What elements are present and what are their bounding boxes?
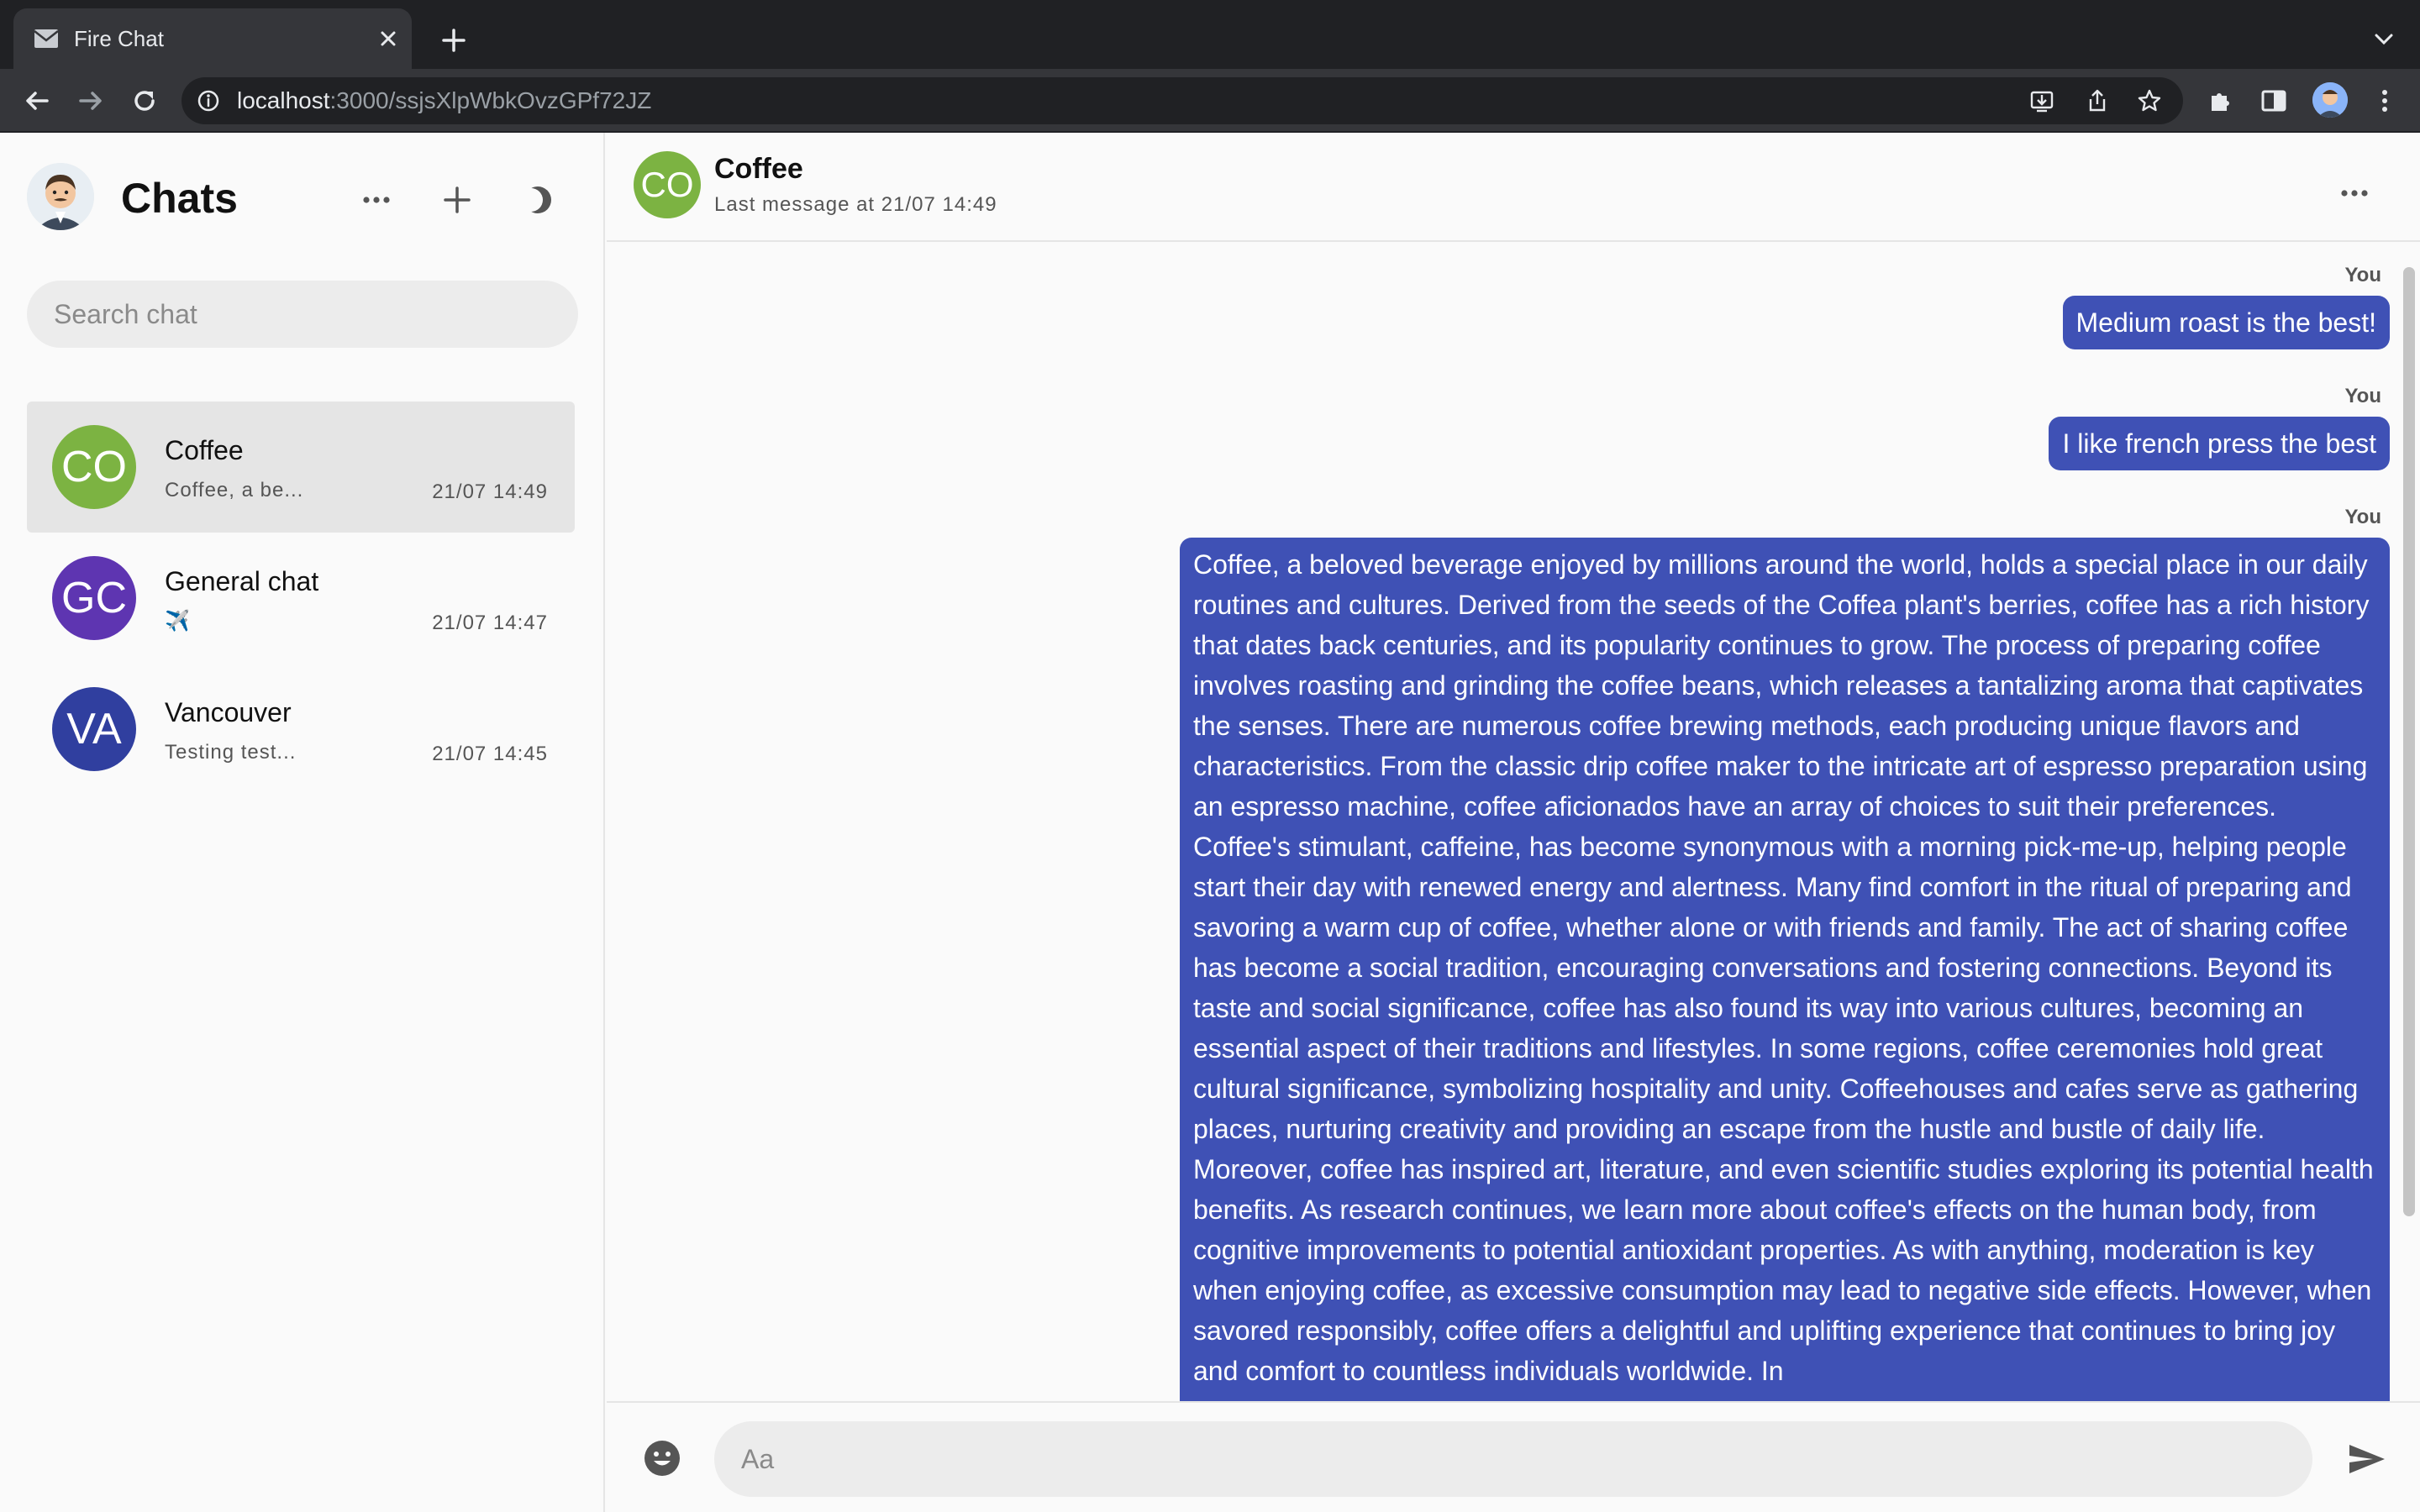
- url-host: localhost: [237, 87, 330, 113]
- chat-preview: Testing test...: [165, 741, 297, 764]
- browser-tab-bar: Fire Chat: [0, 0, 2420, 69]
- user-avatar-icon: [27, 163, 94, 230]
- message-item: You I like french press the best: [2049, 385, 2390, 470]
- chat-name: Vancouver: [165, 697, 292, 727]
- close-tab-icon[interactable]: [373, 24, 403, 54]
- new-tab-icon[interactable]: [439, 25, 469, 55]
- side-panel-icon[interactable]: [2257, 84, 2291, 118]
- chat-preview: Coffee, a be...: [165, 479, 304, 501]
- message-item: You Coffee, a beloved beverage enjoyed b…: [1180, 506, 2390, 1401]
- chat-timestamp: 21/07 14:49: [432, 480, 548, 503]
- message-sender: You: [2344, 264, 2381, 286]
- page-title: Chats: [121, 175, 238, 222]
- extensions-puzzle-icon[interactable]: [2203, 84, 2237, 118]
- chat-preview: ✈️: [165, 610, 191, 633]
- message-item: You Medium roast is the best!: [2062, 264, 2390, 349]
- forward-arrow-icon[interactable]: [74, 84, 108, 118]
- moon-icon[interactable]: [519, 181, 556, 218]
- message-input[interactable]: [714, 1421, 2312, 1497]
- new-chat-plus-icon[interactable]: [439, 181, 476, 218]
- send-icon[interactable]: [2346, 1438, 2388, 1480]
- kebab-menu-icon[interactable]: [2368, 84, 2402, 118]
- conversation-options-icon[interactable]: [2336, 175, 2373, 212]
- reload-icon[interactable]: [128, 84, 161, 118]
- tab-title: Fire Chat: [74, 26, 164, 51]
- info-icon[interactable]: [197, 89, 220, 113]
- browser-tab[interactable]: Fire Chat: [13, 8, 412, 69]
- message-bubble[interactable]: Medium roast is the best!: [2062, 296, 2390, 349]
- emoji-icon[interactable]: [642, 1438, 682, 1478]
- share-icon[interactable]: [2084, 87, 2111, 114]
- search-input[interactable]: [27, 281, 578, 348]
- chat-name: General chat: [165, 566, 319, 596]
- chat-name: Coffee: [165, 435, 244, 465]
- bookmark-star-icon[interactable]: [2136, 87, 2163, 114]
- message-bubble[interactable]: Coffee, a beloved beverage enjoyed by mi…: [1180, 538, 2390, 1401]
- browser-profile-avatar[interactable]: [2312, 82, 2348, 118]
- browser-toolbar: localhost:3000/ssjsXlpWbkOvzGPf72JZ: [0, 69, 2420, 133]
- sidebar: Chats CO Coffee Coffee, a be... 21/07 14…: [0, 133, 605, 1512]
- profile-avatar-icon: [2312, 82, 2348, 118]
- user-avatar[interactable]: [27, 163, 94, 230]
- message-composer: [607, 1401, 2420, 1512]
- chat-avatar: VA: [52, 687, 136, 771]
- message-sender: You: [2344, 506, 2381, 528]
- install-app-icon[interactable]: [2028, 87, 2055, 114]
- conversation-panel: CO Coffee Last message at 21/07 14:49 Yo…: [607, 133, 2420, 1512]
- message-list[interactable]: You Medium roast is the best! You I like…: [607, 242, 2420, 1401]
- chat-app: Chats CO Coffee Coffee, a be... 21/07 14…: [0, 133, 2420, 1512]
- address-bar[interactable]: localhost:3000/ssjsXlpWbkOvzGPf72JZ: [182, 77, 2183, 124]
- chat-list-item-vancouver[interactable]: VA Vancouver Testing test... 21/07 14:45: [27, 664, 575, 795]
- scrollbar[interactable]: [2403, 267, 2415, 1216]
- chat-timestamp: 21/07 14:45: [432, 743, 548, 765]
- url-path: :3000/ssjsXlpWbkOvzGPf72JZ: [329, 87, 652, 113]
- more-options-icon[interactable]: [358, 181, 395, 218]
- chat-avatar: GC: [52, 556, 136, 640]
- conversation-header: CO Coffee Last message at 21/07 14:49: [607, 133, 2420, 242]
- back-arrow-icon[interactable]: [20, 84, 54, 118]
- chat-list-item-general[interactable]: GC General chat ✈️ 21/07 14:47: [27, 533, 575, 664]
- message-sender: You: [2344, 385, 2381, 407]
- conversation-title: Coffee: [714, 153, 803, 185]
- chat-timestamp: 21/07 14:47: [432, 612, 548, 634]
- mail-icon: [34, 29, 59, 48]
- url-text: localhost:3000/ssjsXlpWbkOvzGPf72JZ: [237, 88, 651, 113]
- conversation-subtitle: Last message at 21/07 14:49: [714, 193, 997, 216]
- message-bubble[interactable]: I like french press the best: [2049, 417, 2390, 470]
- chat-list-item-coffee[interactable]: CO Coffee Coffee, a be... 21/07 14:49: [27, 402, 575, 533]
- chat-avatar: CO: [52, 425, 136, 509]
- conversation-avatar: CO: [634, 151, 701, 218]
- chevron-down-icon[interactable]: [2370, 25, 2398, 54]
